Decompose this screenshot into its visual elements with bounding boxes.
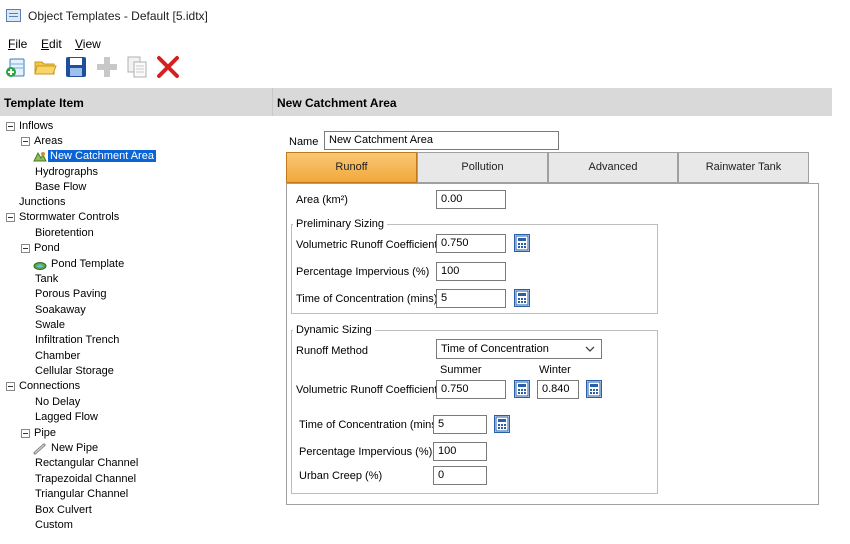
toc-input[interactable]: 5 xyxy=(436,289,506,308)
add-button[interactable] xyxy=(94,54,120,80)
calculator-icon xyxy=(515,235,529,251)
name-input[interactable]: New Catchment Area xyxy=(324,131,559,150)
tree-item-soakaway[interactable]: Soakaway xyxy=(35,304,86,319)
tree-item-trapezoidal-channel[interactable]: Trapezoidal Channel xyxy=(35,473,136,488)
vrc-input[interactable]: 0.750 xyxy=(436,234,506,253)
tree-item-chamber[interactable]: Chamber xyxy=(35,350,80,365)
collapse-icon[interactable] xyxy=(21,429,30,438)
open-folder-icon xyxy=(34,61,57,75)
save-button[interactable] xyxy=(63,54,89,80)
collapse-icon[interactable] xyxy=(6,122,15,131)
menu-view[interactable]: View xyxy=(75,37,101,51)
menu-edit[interactable]: Edit xyxy=(41,37,62,51)
tab-pollution[interactable]: Pollution xyxy=(417,152,548,183)
tab-rainwater-tank[interactable]: Rainwater Tank xyxy=(678,152,809,183)
tree-item-tank[interactable]: Tank xyxy=(35,273,58,288)
new-template-button[interactable] xyxy=(3,54,29,80)
tab-runoff[interactable]: Runoff xyxy=(286,152,417,183)
dynamic-percentage-impervious-input[interactable]: 100 xyxy=(433,442,487,461)
collapse-icon[interactable] xyxy=(21,137,30,146)
tree-item-rectangular-channel[interactable]: Rectangular Channel xyxy=(35,457,138,472)
dynamic-percentage-impervious-label: Percentage Impervious (%) xyxy=(299,446,433,458)
tab-advanced[interactable]: Advanced xyxy=(548,152,678,183)
menu-file[interactable]: File xyxy=(8,37,27,51)
tree-item-hydrographs[interactable]: Hydrographs xyxy=(35,166,98,181)
catchment-icon xyxy=(33,151,47,163)
calculator-icon xyxy=(495,416,509,432)
urban-creep-input[interactable]: 0 xyxy=(433,466,487,485)
toc-label: Time of Concentration (mins) xyxy=(296,293,438,305)
tree-item-base-flow[interactable]: Base Flow xyxy=(35,181,86,196)
summer-label: Summer xyxy=(440,364,482,376)
tree-item-infiltration-trench[interactable]: Infiltration Trench xyxy=(35,334,119,349)
tree-item-porous-paving[interactable]: Porous Paving xyxy=(35,288,107,303)
app-icon xyxy=(6,9,21,22)
add-icon xyxy=(97,57,117,77)
percentage-impervious-label: Percentage Impervious (%) xyxy=(296,266,430,278)
winter-label: Winter xyxy=(539,364,571,376)
dynamic-toc-input[interactable]: 5 xyxy=(433,415,487,434)
tree-item-box-culvert[interactable]: Box Culvert xyxy=(35,504,92,519)
title-bar[interactable]: Object Templates - Default [5.idtx] xyxy=(0,0,850,32)
dynamic-sizing-title: Dynamic Sizing xyxy=(293,324,375,336)
copy-button[interactable] xyxy=(124,54,150,80)
vrc-summer-calculator-button[interactable] xyxy=(514,380,530,398)
chevron-down-icon xyxy=(585,346,595,352)
dynamic-toc-label: Time of Concentration (mins) xyxy=(299,419,441,431)
pipe-icon xyxy=(33,443,47,455)
name-label: Name xyxy=(289,136,319,148)
collapse-icon[interactable] xyxy=(6,382,15,391)
calculator-icon xyxy=(515,381,529,397)
urban-creep-label: Urban Creep (%) xyxy=(299,470,383,482)
pond-icon xyxy=(33,259,47,271)
new-template-icon xyxy=(6,58,25,77)
vrc-winter-input[interactable]: 0.840 xyxy=(537,380,579,399)
tree-item-custom[interactable]: Custom xyxy=(35,519,73,534)
toc-calculator-button[interactable] xyxy=(514,289,530,307)
tree-item-cellular-storage[interactable]: Cellular Storage xyxy=(35,365,114,380)
collapse-icon[interactable] xyxy=(6,213,15,222)
runoff-method-select[interactable]: Time of Concentration xyxy=(436,339,602,359)
tree-item-triangular-channel[interactable]: Triangular Channel xyxy=(35,488,128,503)
save-icon xyxy=(66,57,86,77)
area-label: Area (km²) xyxy=(296,194,348,206)
tree-item-lagged-flow[interactable]: Lagged Flow xyxy=(35,411,98,426)
vrc-summer-input[interactable]: 0.750 xyxy=(436,380,506,399)
tree-item-junctions[interactable]: Junctions xyxy=(19,196,65,211)
dynamic-vrc-label: Volumetric Runoff Coefficient xyxy=(296,384,438,396)
tree-item-swale[interactable]: Swale xyxy=(35,319,65,334)
tree-item-bioretention[interactable]: Bioretention xyxy=(35,227,94,242)
template-item-header: Template Item xyxy=(0,88,272,116)
delete-button[interactable] xyxy=(155,54,181,80)
collapse-icon[interactable] xyxy=(21,244,30,253)
calculator-icon xyxy=(515,290,529,306)
item-header: New Catchment Area xyxy=(272,88,832,116)
calculator-icon xyxy=(587,381,601,397)
vrc-calculator-button[interactable] xyxy=(514,234,530,252)
vrc-label: Volumetric Runoff Coefficient xyxy=(296,239,438,251)
percentage-impervious-input[interactable]: 100 xyxy=(436,262,506,281)
tree-item-no-delay[interactable]: No Delay xyxy=(35,396,80,411)
runoff-method-label: Runoff Method xyxy=(296,345,368,357)
area-input[interactable]: 0.00 xyxy=(436,190,506,209)
dynamic-toc-calculator-button[interactable] xyxy=(494,415,510,433)
window-title: Object Templates - Default [5.idtx] xyxy=(28,9,208,23)
delete-icon xyxy=(157,56,179,78)
copy-icon xyxy=(127,56,147,78)
open-button[interactable] xyxy=(32,54,58,80)
vrc-winter-calculator-button[interactable] xyxy=(586,380,602,398)
preliminary-sizing-title: Preliminary Sizing xyxy=(293,218,388,230)
